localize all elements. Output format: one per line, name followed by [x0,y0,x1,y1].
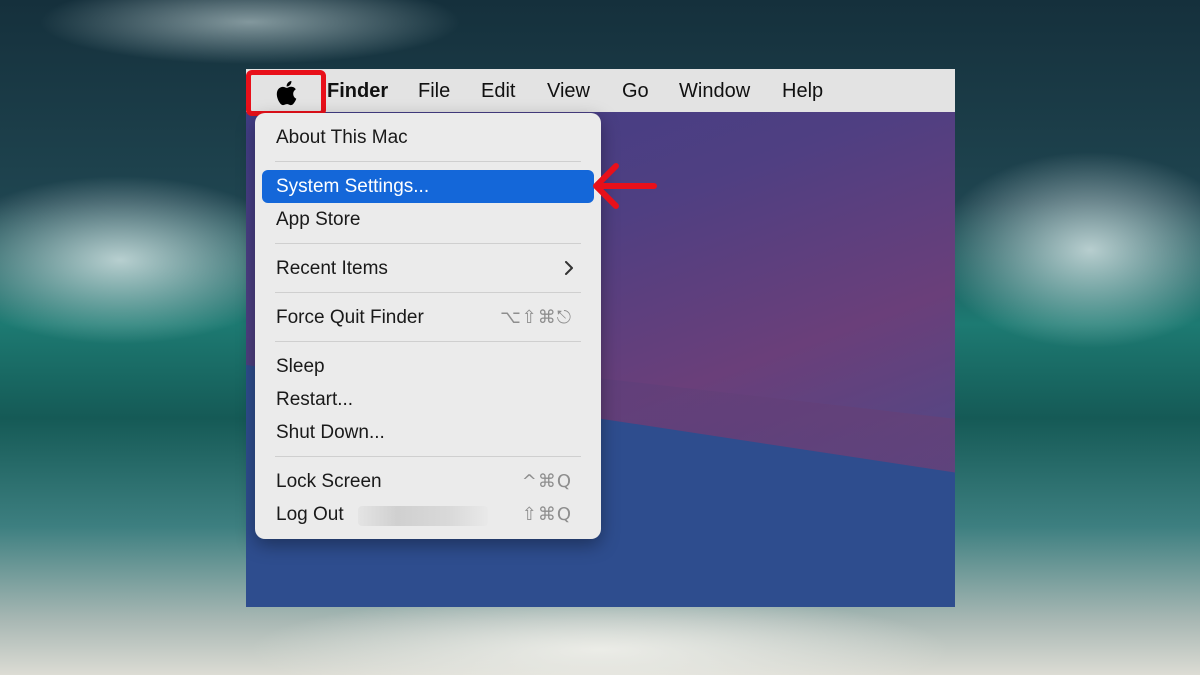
apple-menu-dropdown: About This Mac System Settings... App St… [255,113,601,539]
red-arrow-annotation [593,163,657,209]
force-quit-item[interactable]: Force Quit Finder ⌥⇧⌘⎋ [262,301,594,334]
menu-separator [275,456,581,457]
log-out-shortcut: ⇧⌘Q [521,504,572,525]
shut-down-label: Shut Down... [276,422,385,443]
menu-view[interactable]: View [547,80,590,103]
log-out-label: Log Out [276,504,344,525]
system-settings-label: System Settings... [276,176,430,197]
menu-help[interactable]: Help [782,80,823,103]
apple-menu-button[interactable] [246,70,326,116]
app-store-item[interactable]: App Store [262,203,594,236]
sleep-item[interactable]: Sleep [262,350,594,383]
force-quit-shortcut: ⌥⇧⌘⎋ [499,307,572,328]
log-out-item[interactable]: Log Out ⇧⌘Q [262,498,594,531]
about-this-mac-item[interactable]: About This Mac [262,121,594,154]
redacted-username [358,506,488,526]
restart-label: Restart... [276,389,354,410]
chevron-right-icon [565,261,573,275]
recent-items-item[interactable]: Recent Items [262,252,594,285]
menu-window[interactable]: Window [679,80,750,103]
force-quit-label: Force Quit Finder [276,307,424,328]
lock-screen-shortcut: ^⌘Q [521,471,572,492]
system-settings-item[interactable]: System Settings... [262,170,594,203]
menu-go[interactable]: Go [622,80,649,103]
shut-down-item[interactable]: Shut Down... [262,416,594,449]
menu-separator [275,161,581,162]
menu-separator [275,292,581,293]
recent-items-label: Recent Items [276,258,388,279]
menu-bar: Finder File Edit View Go Window Help [246,69,955,116]
apple-logo-icon [276,81,297,106]
app-store-label: App Store [276,209,361,230]
sleep-label: Sleep [276,356,325,377]
menu-finder[interactable]: Finder [327,80,388,103]
menu-edit[interactable]: Edit [481,80,515,103]
lock-screen-label: Lock Screen [276,471,382,492]
menu-separator [275,341,581,342]
restart-item[interactable]: Restart... [262,383,594,416]
menu-separator [275,243,581,244]
lock-screen-item[interactable]: Lock Screen ^⌘Q [262,465,594,498]
about-this-mac-label: About This Mac [276,127,408,148]
menu-file[interactable]: File [418,80,450,103]
